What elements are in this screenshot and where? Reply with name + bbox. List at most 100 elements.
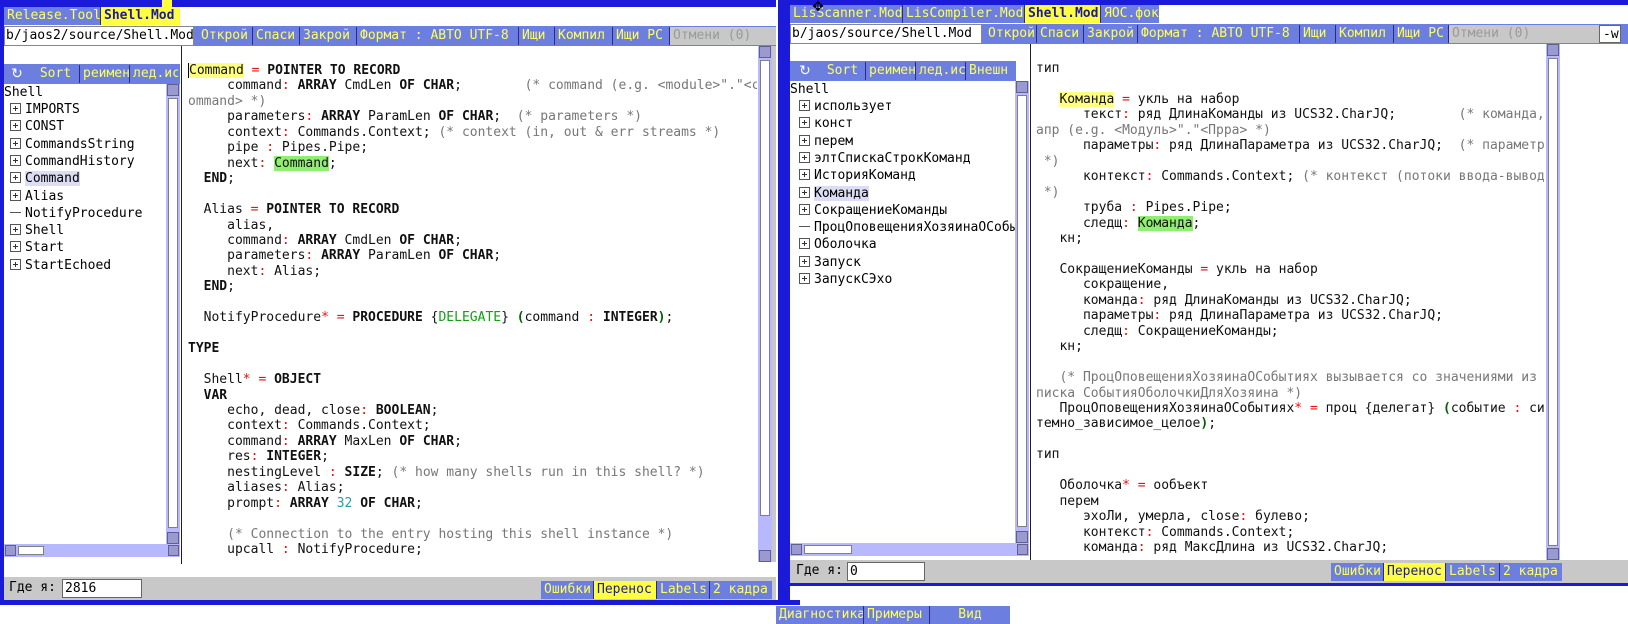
undo-button[interactable]: Отмени (0) — [670, 27, 770, 45]
expand-icon[interactable] — [10, 155, 21, 166]
tree-item[interactable]: конст — [799, 115, 853, 133]
expand-icon[interactable] — [799, 238, 810, 249]
scroll-down-icon[interactable] — [759, 550, 771, 562]
tab-diagnostics[interactable]: Диагностика — [776, 606, 864, 624]
expand-icon[interactable] — [799, 100, 810, 111]
refresh-icon[interactable]: ↻ — [5, 65, 29, 83]
format-button-right[interactable]: Формат : АВТО UTF-8 — [1138, 25, 1300, 43]
undo-button-right[interactable]: Отмени (0) — [1449, 25, 1599, 43]
two-frames-button-right[interactable]: 2 кадра — [1500, 563, 1562, 581]
scroll-right-icon[interactable] — [168, 545, 179, 556]
tab-shell-mod[interactable]: Shell.Mod — [101, 7, 180, 25]
expand-icon[interactable] — [10, 172, 21, 183]
where-input-right[interactable] — [847, 562, 925, 581]
expand-icon[interactable] — [10, 120, 21, 131]
scroll-thumb[interactable] — [1548, 58, 1558, 546]
rename-button-right[interactable]: реимен — [866, 62, 916, 80]
tree-item-selected[interactable]: Command — [10, 170, 80, 188]
expand-icon[interactable] — [799, 152, 810, 163]
open-button-right[interactable]: Открой — [985, 25, 1037, 43]
expand-icon[interactable] — [799, 169, 810, 180]
tree-item[interactable]: Запуск — [799, 254, 861, 272]
expand-icon[interactable] — [10, 103, 21, 114]
follow-button-right[interactable]: лед.ис — [916, 62, 966, 80]
scroll-thumb[interactable] — [168, 98, 178, 528]
format-button[interactable]: Формат : АВТО UTF-8 — [357, 27, 519, 45]
expand-icon[interactable] — [10, 138, 21, 149]
find-button-right[interactable]: Ищи — [1300, 25, 1336, 43]
tab-view[interactable]: Вид — [930, 606, 1010, 624]
tree-item-selected[interactable]: Команда — [799, 185, 869, 203]
scroll-up-icon[interactable] — [167, 84, 179, 96]
expand-icon[interactable] — [10, 190, 21, 201]
follow-button[interactable]: лед.ис — [130, 65, 178, 83]
scroll-up-icon[interactable] — [759, 46, 771, 58]
save-button[interactable]: Спаси — [253, 27, 300, 45]
tab-liscompiler[interactable]: LisCompiler.Mod — [903, 5, 1025, 23]
scroll-thumb[interactable] — [1017, 95, 1027, 527]
wrap-button[interactable]: Перенос — [594, 581, 657, 599]
expand-icon[interactable] — [10, 259, 21, 270]
scroll-thumb[interactable] — [18, 546, 44, 555]
two-frames-button[interactable]: 2 кадра — [710, 581, 772, 599]
tree-item[interactable]: ИсторияКоманд — [799, 167, 916, 185]
expand-icon[interactable] — [799, 204, 810, 215]
tree-item[interactable]: CommandHistory — [10, 153, 135, 171]
left-code-editor[interactable]: Command = POINTER TO RECORD command: ARR… — [183, 48, 757, 560]
tree-root[interactable]: Shell — [790, 81, 829, 99]
wrap-button-right[interactable]: Перенос — [1384, 563, 1446, 581]
find-button[interactable]: Ищи — [519, 27, 555, 45]
sort-button-right[interactable]: Sort — [820, 62, 866, 80]
compile-button[interactable]: Компил — [555, 27, 613, 45]
tree-item[interactable]: CONST — [10, 118, 64, 136]
open-button[interactable]: Открой — [198, 27, 253, 45]
scroll-up-icon[interactable] — [1547, 44, 1559, 56]
right-path-field[interactable]: b/jaos/source/Shell.Mod — [790, 24, 982, 44]
scroll-right-icon[interactable] — [1017, 544, 1028, 555]
expand-icon[interactable] — [10, 241, 21, 252]
tab-lisscanner[interactable]: LisScanner.Mod — [790, 5, 903, 23]
left-tree-hscroll[interactable] — [4, 544, 180, 557]
labels-button[interactable]: Labels — [657, 581, 710, 599]
external-button[interactable]: Внешн — [966, 62, 1014, 80]
scroll-thumb[interactable] — [804, 545, 852, 554]
close-button[interactable]: Закрой — [300, 27, 357, 45]
left-tree-vscroll[interactable] — [166, 84, 180, 544]
close-button-right[interactable]: Закрой — [1084, 25, 1138, 43]
tree-item[interactable]: CommandsString — [10, 136, 135, 154]
refresh-icon[interactable]: ↻ — [793, 62, 817, 80]
find-pc-button[interactable]: Ищи PC — [613, 27, 670, 45]
tree-item[interactable]: перем — [799, 133, 853, 151]
save-button-right[interactable]: Спаси — [1037, 25, 1084, 43]
scroll-down-icon[interactable] — [167, 532, 179, 544]
errors-button-right[interactable]: Ошибки — [1331, 563, 1384, 581]
tree-item[interactable]: NotifyProcedure — [10, 205, 142, 223]
expand-icon[interactable] — [10, 224, 21, 235]
tree-item[interactable]: использует — [799, 98, 892, 116]
tree-item[interactable]: IMPORTS — [10, 101, 80, 119]
tab-examples[interactable]: Примеры — [864, 606, 930, 624]
sort-button[interactable]: Sort — [32, 65, 80, 83]
tree-item[interactable]: ПроцОповещенияХозяинаОСобыт — [799, 219, 1015, 237]
left-code-vscroll[interactable] — [758, 46, 772, 562]
scroll-up-icon[interactable] — [1016, 81, 1028, 93]
compile-button-right[interactable]: Компил — [1336, 25, 1394, 43]
tree-item[interactable]: StartEchoed — [10, 257, 111, 275]
right-toolbar-tail[interactable]: -w — [1599, 25, 1621, 43]
tree-item[interactable]: Start — [10, 239, 64, 257]
right-tree-vscroll[interactable] — [1015, 81, 1029, 543]
errors-button[interactable]: Ошибки — [541, 581, 594, 599]
rename-button[interactable]: реимен — [80, 65, 130, 83]
tree-item[interactable]: элтСпискаСтрокКоманд — [799, 150, 971, 168]
scroll-down-icon[interactable] — [1547, 548, 1559, 560]
scroll-left-icon[interactable] — [5, 545, 16, 556]
expand-icon[interactable] — [799, 135, 810, 146]
scroll-left-icon[interactable] — [791, 544, 802, 555]
labels-button-right[interactable]: Labels — [1446, 563, 1500, 581]
scroll-down-icon[interactable] — [1016, 531, 1028, 543]
scroll-thumb[interactable] — [760, 60, 770, 516]
right-code-vscroll[interactable] — [1546, 44, 1560, 560]
right-tree-hscroll[interactable] — [790, 543, 1029, 556]
tree-item[interactable]: Shell — [10, 222, 64, 240]
expand-icon[interactable] — [799, 273, 810, 284]
